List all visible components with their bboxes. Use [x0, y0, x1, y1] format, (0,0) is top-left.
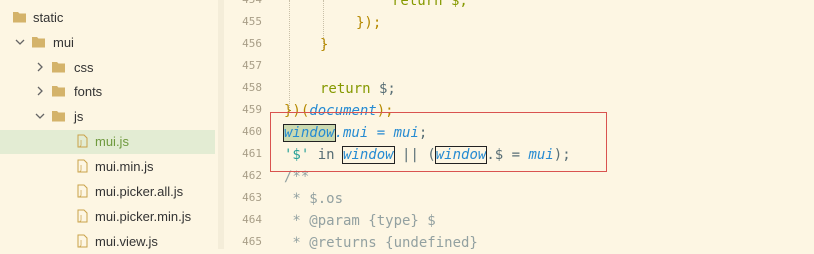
file-explorer-sidebar: static mui css fonts js J mui.js J mui.m…	[0, 0, 218, 249]
code-line-464: * @param {type} $	[284, 213, 436, 229]
tree-item-label: css	[74, 60, 94, 75]
line-number: 455	[242, 15, 262, 28]
svg-text:J: J	[79, 139, 82, 147]
tree-item-label: mui.view.js	[95, 234, 158, 249]
code-token: $;	[370, 81, 396, 97]
js-file-icon: J	[75, 209, 90, 223]
indent-guide	[289, 0, 290, 112]
svg-text:J: J	[79, 214, 82, 222]
keyword: return	[320, 81, 371, 97]
tree-item-label: mui.js	[95, 134, 129, 149]
code-token: });	[356, 15, 382, 31]
tree-item-mui-min-js[interactable]: J mui.min.js	[0, 155, 215, 179]
line-number: 457	[242, 59, 262, 72]
chevron-down-icon[interactable]	[15, 36, 25, 48]
svg-text:J: J	[79, 239, 82, 247]
tree-item-label: mui.picker.all.js	[95, 184, 184, 199]
line-number: 456	[242, 37, 262, 50]
line-number: 460	[242, 125, 262, 138]
tree-item-mui-picker-min-js[interactable]: J mui.picker.min.js	[0, 205, 215, 229]
tree-item-label: fonts	[74, 84, 103, 99]
tree-item-label: mui.picker.min.js	[95, 209, 192, 224]
code-line-455: });	[356, 12, 381, 34]
js-file-icon: J	[75, 134, 90, 148]
line-number: 465	[242, 235, 262, 248]
folder-open-icon	[51, 109, 66, 123]
tree-item-mui-picker-all-js[interactable]: J mui.picker.all.js	[0, 180, 215, 204]
chevron-right-icon[interactable]	[35, 85, 45, 97]
tree-item-label: mui	[53, 35, 74, 50]
tree-item-js[interactable]: js	[0, 105, 215, 129]
chevron-down-icon[interactable]	[35, 110, 45, 122]
folder-icon	[51, 84, 66, 98]
code-line-454: return $;	[392, 0, 468, 12]
folder-icon	[51, 60, 66, 74]
svg-text:J: J	[79, 189, 82, 197]
line-number: 454	[222, 0, 262, 6]
line-number-gutter: 454 455 456 457 458 459 460 461 462 463 …	[224, 0, 268, 249]
line-number: 458	[242, 81, 262, 94]
code-token: }	[320, 37, 329, 53]
line-number: 462	[242, 169, 262, 182]
line-number: 463	[242, 191, 262, 204]
svg-text:J: J	[79, 164, 82, 172]
tree-item-label: mui.min.js	[95, 159, 154, 174]
code-line-456: }	[320, 34, 328, 56]
tree-item-css[interactable]: css	[0, 56, 215, 80]
js-file-icon: J	[75, 184, 90, 198]
chevron-right-icon[interactable]	[35, 61, 45, 73]
tree-item-mui-js[interactable]: J mui.js	[0, 130, 215, 154]
code-line-465: * @returns {undefined}	[284, 235, 478, 251]
js-file-icon: J	[75, 159, 90, 173]
code-line-458: return $;	[320, 78, 396, 100]
tree-item-mui[interactable]: mui	[0, 31, 215, 55]
js-file-icon: J	[75, 234, 90, 248]
folder-open-icon	[12, 10, 27, 24]
annotation-highlight-box	[270, 112, 607, 172]
tree-item-static[interactable]: static	[0, 6, 215, 30]
line-number: 464	[242, 213, 262, 226]
code-line-463: * $.os	[284, 191, 344, 207]
keyword: return $;	[392, 0, 468, 9]
tree-item-mui-view-js[interactable]: J mui.view.js	[0, 230, 215, 249]
tree-item-fonts[interactable]: fonts	[0, 80, 215, 104]
folder-open-icon	[31, 35, 46, 49]
tree-item-label: js	[74, 109, 84, 124]
tree-item-label: static	[33, 10, 64, 25]
line-number: 459	[242, 103, 262, 116]
line-number: 461	[242, 147, 262, 160]
